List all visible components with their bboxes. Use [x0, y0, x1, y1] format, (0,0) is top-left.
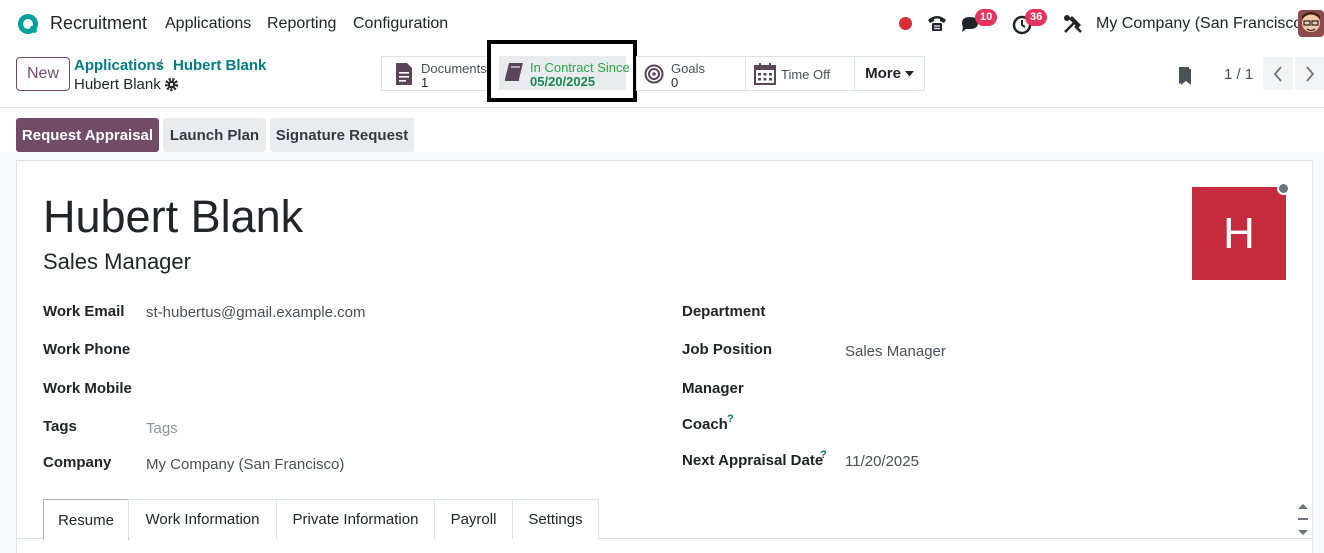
control-panel-divider — [0, 107, 1324, 108]
tab-work-information[interactable]: Work Information — [128, 499, 277, 539]
employee-avatar[interactable]: H — [1192, 187, 1286, 280]
request-appraisal-button[interactable]: Request Appraisal — [16, 118, 159, 152]
next-appraisal-field[interactable]: 11/20/2025 — [845, 453, 919, 470]
activity-badge: 36 — [1025, 9, 1048, 26]
documents-value: 1 — [421, 75, 429, 90]
more-dropdown-button[interactable]: More — [854, 56, 925, 91]
pager-next-button[interactable] — [1295, 57, 1324, 90]
tab-payroll[interactable]: Payroll — [434, 499, 513, 539]
work-phone-label: Work Phone — [43, 341, 131, 358]
tags-input[interactable]: Tags — [146, 420, 178, 437]
timeoff-label: Time Off — [781, 67, 831, 82]
department-label: Department — [682, 303, 766, 320]
book-icon — [505, 63, 523, 81]
calendar-icon — [754, 63, 776, 85]
documents-smart-button[interactable]: Documents 1 — [381, 56, 488, 91]
record-name: Hubert Blank — [74, 76, 161, 93]
coach-help-tooltip[interactable]: ? — [727, 413, 734, 425]
coach-label: Coach — [682, 416, 728, 433]
more-label: More — [865, 65, 901, 82]
target-icon — [644, 64, 664, 84]
company-field[interactable]: My Company (San Francisco) — [146, 456, 344, 473]
tags-label: Tags — [43, 418, 77, 435]
menu-applications[interactable]: Applications — [165, 15, 251, 33]
scroll-arrows-icon[interactable] — [1296, 502, 1310, 538]
breadcrumb-current[interactable]: Hubert Blank — [173, 57, 266, 74]
job-position-field[interactable]: Sales Manager — [845, 343, 946, 360]
breadcrumb-separator: / — [158, 57, 163, 74]
manager-label: Manager — [682, 380, 744, 397]
chat-badge: 10 — [975, 9, 998, 26]
contract-date: 05/20/2025 — [530, 74, 596, 89]
phone-icon[interactable] — [926, 12, 948, 34]
app-name[interactable]: Recruitment — [50, 13, 147, 34]
company-switcher[interactable]: My Company (San Francisco) — [1096, 15, 1308, 33]
tools-icon[interactable] — [1062, 13, 1084, 35]
job-title-field[interactable]: Sales Manager — [43, 249, 191, 275]
signature-request-button[interactable]: Signature Request — [270, 118, 414, 152]
new-button[interactable]: New — [16, 57, 70, 91]
tab-resume[interactable]: Resume — [43, 499, 129, 540]
company-label: Company — [43, 454, 112, 471]
menu-configuration[interactable]: Configuration — [353, 15, 448, 33]
top-navbar: Recruitment Applications Reporting Confi… — [0, 0, 1324, 48]
documents-label: Documents — [421, 61, 487, 76]
presence-status-indicator — [1277, 182, 1290, 195]
pager-counter[interactable]: 1 / 1 — [1224, 66, 1253, 83]
document-icon — [396, 63, 412, 85]
work-email-label: Work Email — [43, 303, 125, 320]
work-mobile-label: Work Mobile — [43, 380, 132, 397]
recording-indicator[interactable] — [899, 17, 912, 30]
goals-smart-button[interactable]: Goals 0 — [636, 56, 746, 91]
contract-label: In Contract Since — [530, 60, 630, 75]
caret-down-icon — [904, 70, 914, 76]
chevron-left-icon — [1273, 65, 1282, 82]
timeoff-smart-button[interactable]: Time Off — [745, 56, 855, 91]
gear-icon[interactable] — [164, 77, 179, 92]
app-logo-icon[interactable] — [16, 12, 40, 36]
next-appraisal-label: Next Appraisal Date — [682, 452, 824, 469]
launch-plan-button[interactable]: Launch Plan — [163, 118, 266, 152]
tab-settings[interactable]: Settings — [512, 499, 599, 539]
pager-previous-button[interactable] — [1263, 57, 1293, 90]
breadcrumb-applications[interactable]: Applications — [74, 57, 164, 74]
bookmark-icon[interactable] — [1178, 66, 1193, 86]
goals-value: 0 — [671, 75, 679, 90]
next-appraisal-help-tooltip[interactable]: ? — [820, 449, 827, 461]
job-position-label: Job Position — [682, 341, 772, 358]
work-email-field[interactable]: st-hubertus@gmail.example.com — [146, 304, 365, 321]
menu-reporting[interactable]: Reporting — [267, 15, 336, 33]
tab-private-information[interactable]: Private Information — [276, 499, 435, 539]
chevron-right-icon — [1305, 65, 1314, 82]
goals-label: Goals — [671, 61, 705, 76]
user-avatar[interactable] — [1298, 10, 1324, 37]
employee-name-field[interactable]: Hubert Blank — [43, 191, 303, 243]
